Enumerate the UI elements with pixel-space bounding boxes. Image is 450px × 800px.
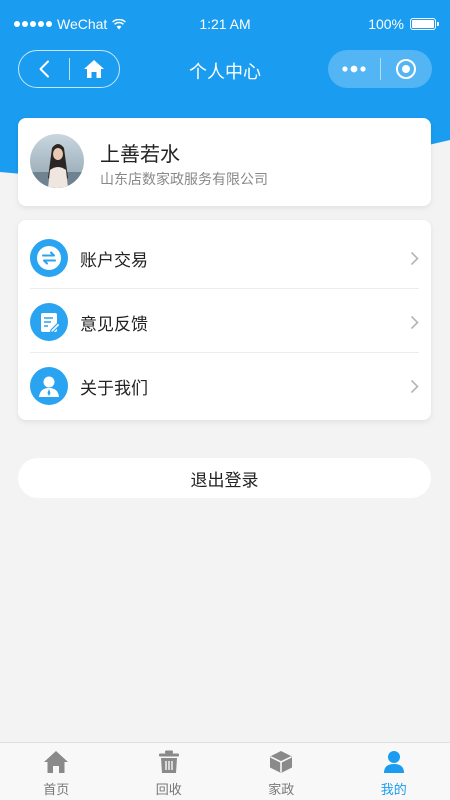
- tab-home[interactable]: 首页: [0, 743, 113, 800]
- profile-organization: 山东店数家政服务有限公司: [100, 171, 268, 187]
- menu-item-about-us[interactable]: 关于我们: [18, 354, 431, 418]
- tab-recycle[interactable]: 回收: [113, 743, 226, 800]
- status-right: 100%: [368, 16, 439, 32]
- home-icon: [44, 751, 69, 773]
- more-menu-button[interactable]: [328, 50, 380, 88]
- target-close-icon: [396, 59, 417, 79]
- chevron-right-icon: [410, 251, 419, 265]
- profile-name: 上善若水: [100, 144, 180, 166]
- menu-item-account-transactions[interactable]: 账户交易: [18, 226, 431, 290]
- logout-button[interactable]: 退出登录: [18, 458, 431, 498]
- person-icon: [30, 367, 68, 405]
- battery-percentage: 100%: [368, 16, 404, 32]
- more-dots-icon: [342, 65, 366, 73]
- chevron-right-icon: [410, 379, 419, 393]
- tab-housekeeping[interactable]: 家政: [225, 743, 338, 800]
- menu-item-feedback[interactable]: 意见反馈: [18, 290, 431, 354]
- chevron-right-icon: [410, 315, 419, 329]
- status-bar: WeChat 1:21 AM 100%: [0, 0, 450, 50]
- menu-card: 账户交易 意见反馈 关于我们: [18, 220, 431, 420]
- tab-bar: 首页 回收 家政 我的: [0, 742, 450, 800]
- tab-label: 我的: [380, 782, 407, 797]
- tab-mine[interactable]: 我的: [338, 743, 450, 800]
- menu-divider: [30, 288, 419, 289]
- menu-item-label: 意见反馈: [80, 314, 148, 334]
- close-miniprogram-button[interactable]: [380, 50, 432, 88]
- tab-label: 家政: [268, 782, 295, 797]
- menu-item-label: 关于我们: [80, 378, 148, 398]
- feedback-edit-icon: [30, 303, 68, 341]
- tab-label: 首页: [43, 782, 70, 797]
- exchange-icon: [30, 239, 68, 277]
- tab-label: 回收: [155, 782, 182, 797]
- box-icon: [270, 751, 293, 773]
- profile-card[interactable]: 上善若水 山东店数家政服务有限公司: [18, 118, 431, 206]
- avatar[interactable]: [30, 134, 84, 188]
- menu-divider: [30, 352, 419, 353]
- navigation-bar: 个人中心: [0, 50, 450, 88]
- miniprogram-capsule: [328, 50, 432, 88]
- menu-item-label: 账户交易: [80, 250, 148, 270]
- user-icon: [383, 751, 404, 773]
- trash-icon: [158, 750, 179, 773]
- battery-icon: [410, 18, 439, 30]
